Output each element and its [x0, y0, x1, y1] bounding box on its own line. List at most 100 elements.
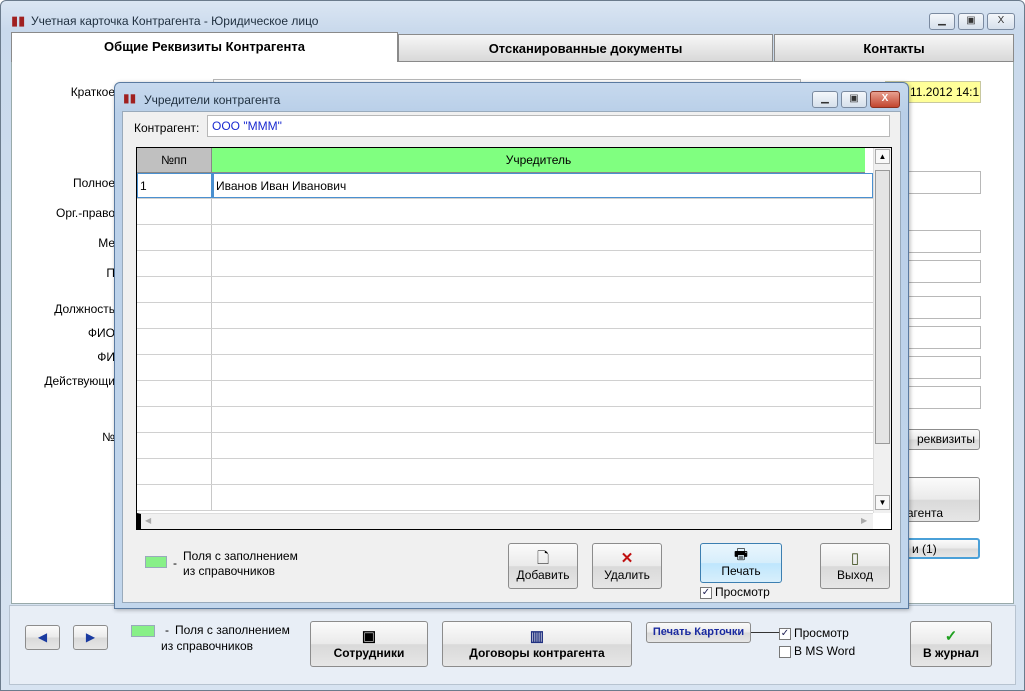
column-header-founder[interactable]: Учредитель — [212, 148, 865, 173]
minimize-button[interactable]: ▁ — [929, 13, 955, 30]
cell-number[interactable] — [137, 329, 212, 354]
field-6[interactable] — [906, 356, 981, 379]
label-short-name: Краткое — [70, 85, 115, 99]
field-3[interactable] — [906, 260, 981, 283]
cell-number[interactable] — [137, 303, 212, 328]
new-document-icon: 🗋 — [536, 550, 550, 567]
cell-number[interactable] — [137, 433, 212, 458]
table-row[interactable] — [137, 303, 873, 329]
cell-number[interactable] — [137, 199, 212, 224]
table-row[interactable] — [137, 381, 873, 407]
contractor-field[interactable]: ООО "МММ" — [207, 115, 890, 137]
printer-icon: 🖶 — [733, 546, 749, 563]
cell-founder[interactable] — [212, 251, 873, 276]
cell-number[interactable] — [137, 251, 212, 276]
label-org-form: Орг.-право — [55, 206, 115, 220]
scroll-thumb[interactable] — [875, 170, 890, 444]
cell-founder[interactable] — [212, 355, 873, 380]
cell-number[interactable] — [137, 277, 212, 302]
cell-number[interactable] — [137, 355, 212, 380]
field-7[interactable] — [906, 386, 981, 409]
table-row[interactable] — [137, 225, 873, 251]
scroll-left-icon[interactable]: ◀ — [145, 516, 151, 525]
field-2[interactable] — [906, 230, 981, 253]
table-row[interactable] — [137, 407, 873, 433]
preview-checkbox[interactable]: ✓ Просмотр — [779, 626, 849, 640]
dialog-minimize-button[interactable]: ▁ — [812, 91, 838, 108]
scroll-up-icon[interactable]: ▲ — [875, 149, 890, 164]
ms-word-checkbox[interactable]: В MS Word — [779, 644, 855, 658]
employees-icon: ▣ — [361, 628, 377, 645]
table-row[interactable] — [137, 251, 873, 277]
print-label: Печать — [721, 564, 761, 578]
maximize-button[interactable]: ▣ — [958, 13, 984, 30]
table-row[interactable] — [137, 329, 873, 355]
dialog-legend-line1: Поля с заполнением — [183, 549, 298, 563]
table-row[interactable]: 1 Иванов Иван Иванович — [137, 173, 873, 199]
founders-grid[interactable]: №пп Учредитель 1 Иванов Иван Иванович ▲ ▼… — [136, 147, 892, 530]
cell-founder[interactable] — [212, 329, 873, 354]
dialog-maximize-button[interactable]: ▣ — [841, 91, 867, 108]
label-number: № — [102, 430, 115, 444]
column-header-number[interactable]: №пп — [137, 148, 212, 173]
legend-dash: - — [165, 623, 169, 637]
print-card-button[interactable]: Печать Карточки — [646, 622, 751, 643]
cell-founder[interactable] — [212, 277, 873, 302]
cell-number[interactable] — [137, 459, 212, 484]
cell-number[interactable]: 1 — [137, 173, 212, 198]
table-row[interactable] — [137, 277, 873, 303]
prev-button[interactable]: ◀ — [25, 625, 60, 650]
table-row[interactable] — [137, 355, 873, 381]
exit-button[interactable]: ▯ Выход — [820, 543, 890, 589]
cell-number[interactable] — [137, 381, 212, 406]
tab-general[interactable]: Общие Реквизиты Контрагента — [11, 32, 398, 62]
dialog-preview-checkbox[interactable]: ✓ Просмотр — [700, 585, 770, 599]
contracts-button[interactable]: ▥ Договоры контрагента — [442, 621, 632, 667]
table-row[interactable] — [137, 459, 873, 485]
contractor-label: Контрагент: — [134, 121, 200, 135]
delete-button[interactable]: ✕ Удалить — [592, 543, 662, 589]
founders-dialog: ▮▮ Учредители контрагента ▁ ▣ X Контраге… — [114, 82, 909, 609]
window-title: Учетная карточка Контрагента - Юридическ… — [31, 14, 319, 28]
cell-founder[interactable] — [212, 381, 873, 406]
cell-number[interactable] — [137, 407, 212, 432]
close-button[interactable]: X — [987, 13, 1015, 30]
table-row[interactable] — [137, 433, 873, 459]
field-5[interactable] — [906, 326, 981, 349]
horizontal-scrollbar[interactable]: ◀ ▶ — [137, 513, 873, 529]
check-icon: ✓ — [779, 627, 791, 640]
add-button[interactable]: 🗋 Добавить — [508, 543, 578, 589]
cell-founder[interactable] — [212, 459, 873, 484]
cell-number[interactable] — [137, 225, 212, 250]
label-acting: Действующи — [44, 374, 115, 388]
cell-founder[interactable] — [212, 225, 873, 250]
cell-founder[interactable] — [212, 303, 873, 328]
connector-line — [751, 632, 779, 633]
preview-label: Просмотр — [794, 626, 849, 640]
scroll-right-icon[interactable]: ▶ — [861, 516, 867, 525]
cell-number[interactable] — [137, 485, 212, 510]
next-button[interactable]: ▶ — [73, 625, 108, 650]
dialog-body: Контрагент: ООО "МММ" №пп Учредитель 1 Ив… — [122, 111, 901, 603]
cell-founder[interactable] — [212, 485, 873, 510]
dialog-close-button[interactable]: X — [870, 91, 900, 108]
employees-button[interactable]: ▣ Сотрудники — [310, 621, 428, 667]
journal-button[interactable]: ✓ В журнал — [910, 621, 992, 667]
add-label: Добавить — [516, 568, 570, 582]
label-full-name: Полное — [72, 176, 115, 190]
tab-scanned-docs[interactable]: Отсканированные документы — [398, 34, 773, 62]
table-row[interactable] — [137, 485, 873, 511]
field-1[interactable] — [906, 171, 981, 194]
scroll-down-icon[interactable]: ▼ — [875, 495, 890, 510]
table-row[interactable] — [137, 199, 873, 225]
field-4[interactable] — [906, 296, 981, 319]
cell-founder[interactable] — [212, 407, 873, 432]
tab-contacts[interactable]: Контакты — [774, 34, 1014, 62]
label-position: Должность — [54, 302, 115, 316]
print-button[interactable]: 🖶 Печать — [700, 543, 782, 583]
cell-founder[interactable]: Иванов Иван Иванович — [212, 173, 873, 198]
cell-founder[interactable] — [212, 433, 873, 458]
cell-founder[interactable] — [212, 199, 873, 224]
journal-label: В журнал — [923, 646, 979, 660]
vertical-scrollbar[interactable]: ▲ ▼ — [873, 148, 891, 513]
